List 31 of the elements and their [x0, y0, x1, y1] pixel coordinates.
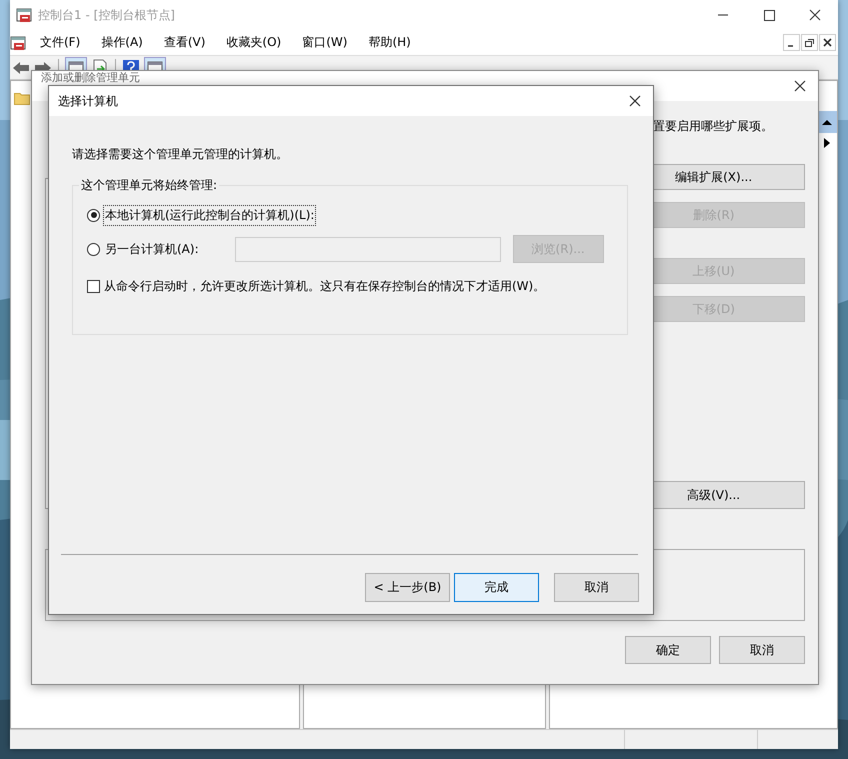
menu-item[interactable]: 文件(F) — [34, 32, 86, 53]
back-arrow-icon[interactable] — [12, 60, 30, 76]
dialog-button[interactable]: 取消 — [554, 573, 639, 602]
description-text: 置要启用哪些扩展项。 — [653, 118, 774, 134]
radio-label[interactable]: 另一台计算机(A): — [103, 238, 201, 260]
radio-button[interactable] — [87, 208, 100, 222]
radio-button[interactable] — [87, 242, 100, 256]
restore-icon[interactable] — [801, 34, 818, 51]
radio-label[interactable]: 本地计算机(运行此控制台的计算机)(L): — [103, 204, 316, 226]
dialog-button[interactable]: < 上一步(B) — [365, 573, 450, 602]
menu-item[interactable]: 窗口(W) — [296, 32, 354, 53]
checkbox-label[interactable]: 从命令行启动时，允许更改所选计算机。这只有在保存控制台的情况下才适用(W)。 — [104, 278, 546, 295]
folder-icon — [14, 91, 30, 105]
menu-item[interactable]: 查看(V) — [158, 32, 212, 53]
menu-item[interactable]: 收藏夹(O) — [220, 32, 288, 53]
checkbox[interactable] — [87, 280, 100, 293]
dialog-title: 选择计算机 — [58, 92, 119, 110]
prompt-text: 请选择需要这个管理单元管理的计算机。 — [72, 146, 289, 163]
console-icon — [16, 7, 32, 23]
menu-item[interactable]: 帮助(H) — [362, 32, 417, 53]
close-icon[interactable] — [629, 95, 641, 107]
dialog-button[interactable]: 确定 — [625, 636, 711, 664]
dialog-title: 添加或删除管理单元 — [41, 71, 141, 84]
dialog-button[interactable]: 完成 — [454, 573, 539, 602]
menu-item[interactable]: 操作(A) — [95, 32, 149, 53]
dialog-button[interactable]: 取消 — [719, 636, 805, 664]
console-icon[interactable] — [10, 34, 26, 50]
window-title: 控制台1 - [控制台根节点] — [38, 6, 175, 24]
close-icon[interactable] — [794, 80, 806, 92]
scroll-up-icon[interactable] — [817, 111, 837, 133]
group-label: 这个管理单元将始终管理: — [79, 177, 220, 194]
